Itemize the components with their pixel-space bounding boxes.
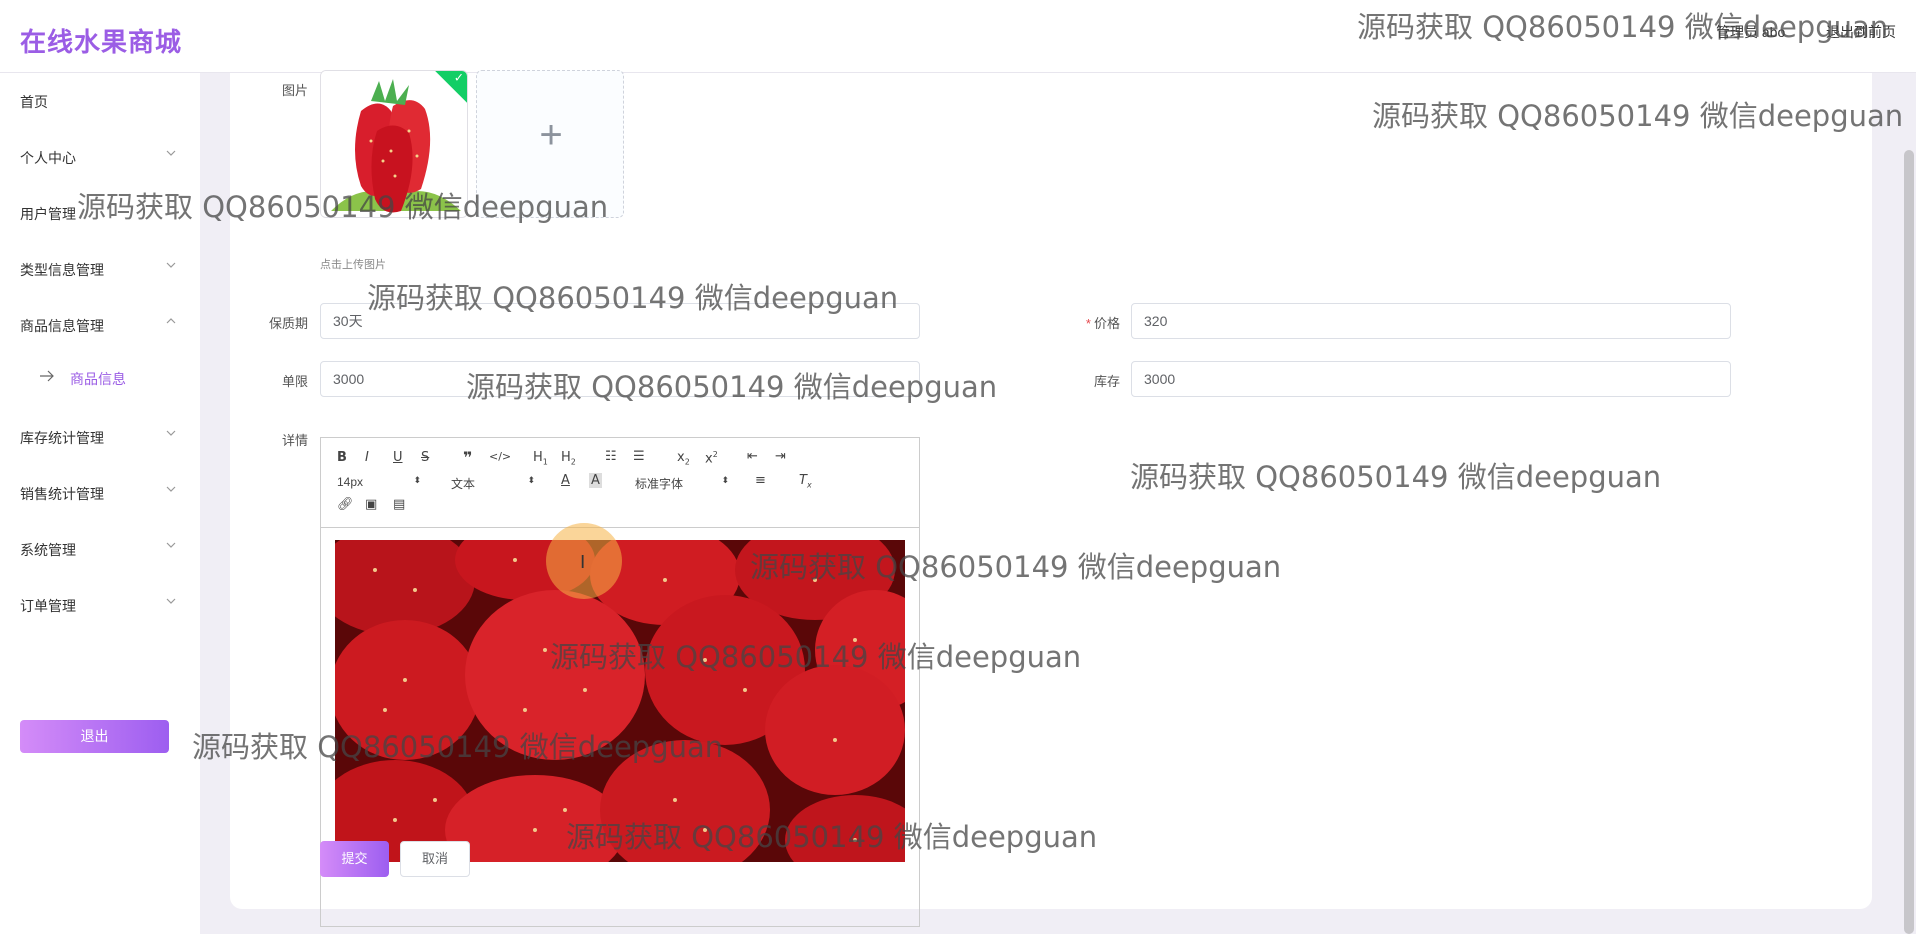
chevron-down-icon — [166, 486, 176, 492]
chevron-up-icon — [166, 318, 176, 324]
header-select[interactable]: 文本 ⬍ — [451, 475, 535, 492]
watermark: 源码获取 QQ86050149 微信deepguan — [750, 550, 1282, 584]
superscript-icon[interactable]: x2 — [705, 450, 718, 466]
heading-1-icon[interactable]: H1 — [533, 450, 548, 467]
sidebar-item-label: 类型信息管理 — [20, 262, 104, 278]
text-cursor-icon: I — [580, 552, 586, 573]
link-icon[interactable]: 🔗︎ — [337, 497, 354, 512]
sidebar-subitem-product[interactable]: 商品信息 — [0, 358, 200, 398]
sidebar-item-stock-stats[interactable]: 库存统计管理 — [0, 416, 200, 456]
background-color-icon[interactable]: A — [589, 473, 602, 488]
chevron-down-icon — [166, 150, 176, 156]
sidebar-item-label: 用户管理 — [20, 206, 76, 222]
blockquote-icon[interactable]: ❞ — [463, 448, 472, 467]
font-family-select[interactable]: 标准字体 ⬍ — [635, 475, 729, 492]
align-icon[interactable]: ≡ — [755, 473, 766, 488]
image-icon[interactable]: ▣ — [365, 497, 377, 512]
chevron-down-icon — [166, 430, 176, 436]
select-caret-icon: ⬍ — [527, 475, 535, 485]
sidebar-item-label: 销售统计管理 — [20, 486, 104, 502]
sidebar-item-label: 订单管理 — [20, 598, 76, 614]
watermark: 源码获取 QQ86050149 微信deepguan — [550, 640, 1082, 674]
strikethrough-icon[interactable]: S — [421, 450, 429, 465]
indent-icon[interactable]: ⇥ — [775, 449, 786, 464]
clear-format-icon[interactable]: Tx — [799, 473, 812, 490]
watermark: 源码获取 QQ86050149 微信deepguan — [466, 370, 998, 404]
sidebar-item-system[interactable]: 系统管理 — [0, 528, 200, 568]
sidebar-item-label: 个人中心 — [20, 150, 76, 166]
video-icon[interactable]: ▤ — [393, 497, 405, 512]
editor-toolbar: B I U S ❞ </> H1 H2 ☷ ☰ x2 x2 ⇤ ⇥ 14px ⬍ … — [321, 438, 919, 528]
ordered-list-icon[interactable]: ☷ — [605, 449, 617, 464]
sidebar-item-label: 库存统计管理 — [20, 430, 104, 446]
underline-icon[interactable]: U — [393, 450, 403, 465]
bullet-list-icon[interactable]: ☰ — [633, 449, 645, 464]
arrow-right-icon — [40, 370, 54, 382]
watermark: 源码获取 QQ86050149 微信deepguan — [1372, 99, 1904, 133]
italic-icon[interactable]: I — [365, 450, 369, 465]
sidebar-item-personal-center[interactable]: 个人中心 — [0, 136, 200, 176]
font-size-select[interactable]: 14px ⬍ — [337, 475, 421, 489]
stock-label: 库存 — [1093, 374, 1120, 389]
stock-input[interactable]: 3000 — [1131, 361, 1731, 397]
unit-label: 单限 — [281, 374, 308, 389]
scrollbar-thumb[interactable] — [1904, 150, 1914, 934]
subscript-icon[interactable]: x2 — [677, 450, 690, 467]
sidebar-item-home[interactable]: 首页 — [0, 80, 200, 120]
outdent-icon[interactable]: ⇤ — [747, 449, 758, 464]
check-icon: ✓ — [453, 70, 464, 85]
sidebar-item-type-info[interactable]: 类型信息管理 — [0, 248, 200, 288]
price-label-text: 价格 — [1093, 316, 1120, 331]
code-block-icon[interactable]: </> — [489, 450, 511, 463]
image-label: 图片 — [281, 83, 308, 98]
price-label: * 价格 — [1040, 313, 1120, 332]
sidebar-item-orders[interactable]: 订单管理 — [0, 584, 200, 624]
bold-icon[interactable]: B — [337, 450, 347, 465]
required-mark: * — [1085, 316, 1091, 331]
site-logo[interactable]: 在线水果商城 — [20, 22, 182, 59]
font-color-icon[interactable]: A — [561, 473, 570, 488]
header-select-value: 文本 — [451, 477, 476, 491]
shelf-life-label: 保质期 — [268, 316, 308, 331]
plus-icon: + — [539, 113, 563, 157]
cancel-button[interactable]: 取消 — [400, 841, 470, 877]
sidebar-item-product-info[interactable]: 商品信息管理 — [0, 304, 200, 344]
watermark: 源码获取 QQ86050149 微信deepguan — [1130, 460, 1662, 494]
heading-2-icon[interactable]: H2 — [561, 450, 576, 467]
watermark: 源码获取 QQ86050149 微信deepguan — [192, 730, 724, 764]
watermark: 源码获取 QQ86050149 微信deepguan — [77, 190, 609, 224]
sidebar-item-label: 系统管理 — [20, 542, 76, 558]
select-caret-icon: ⬍ — [413, 475, 421, 485]
font-size-value: 14px — [337, 475, 364, 489]
sidebar-item-label: 首页 — [20, 94, 48, 110]
submit-button[interactable]: 提交 — [320, 841, 389, 877]
chevron-down-icon — [166, 542, 176, 548]
select-caret-icon: ⬍ — [721, 475, 729, 485]
chevron-down-icon — [166, 598, 176, 604]
watermark: 源码获取 QQ86050149 微信deepguan — [367, 281, 899, 315]
detail-label: 详情 — [281, 433, 308, 448]
watermark: 源码获取 QQ86050149 微信deepguan — [566, 820, 1098, 854]
sidebar-item-sales-stats[interactable]: 销售统计管理 — [0, 472, 200, 512]
logout-button[interactable]: 退出 — [20, 720, 169, 753]
sidebar-subitem-label: 商品信息 — [70, 371, 126, 387]
font-family-value: 标准字体 — [635, 477, 684, 491]
sidebar-item-label: 商品信息管理 — [20, 318, 104, 334]
upload-tip: 点击上传图片 — [320, 259, 386, 271]
price-input[interactable]: 320 — [1131, 303, 1731, 339]
chevron-down-icon — [166, 262, 176, 268]
watermark: 源码获取 QQ86050149 微信deepguan — [1357, 10, 1889, 44]
